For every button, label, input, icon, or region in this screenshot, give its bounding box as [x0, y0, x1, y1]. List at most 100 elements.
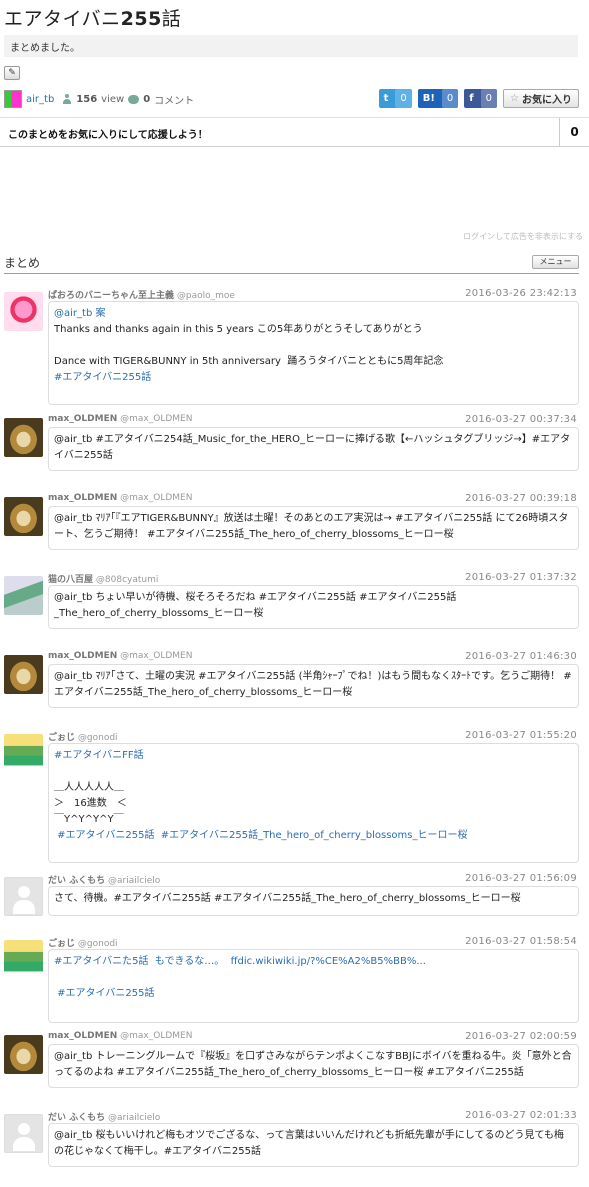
tweet-body: さて、待機。#エアタイバニ255話 #エアタイバニ255話_The_hero_o…	[48, 886, 579, 916]
tweet-body: @air_tb 案 Thanks and thanks again in thi…	[48, 301, 579, 405]
tweet-author-name[interactable]: だい ふくもち	[48, 876, 105, 886]
favorite-count: 0	[559, 118, 589, 146]
tweet-author-name[interactable]: max_OLDMEN	[48, 493, 117, 503]
tweet-hashtag[interactable]: #エアタイバニ255話	[54, 986, 573, 1002]
comment-label: コメント	[154, 95, 195, 107]
tweet-body: @air_tb トレーニングルームで『桜坂』を口ずさみながらテンポよくこなすBB…	[48, 1044, 579, 1088]
tweet-hashtag[interactable]: #エアタイバニ255話 #エアタイバニ255話_The_hero_of_cher…	[54, 828, 573, 844]
tweet-body: #エアタイバニた5話 もできるな…。 ffdic.wikiwiki.jp/?%C…	[48, 949, 579, 1023]
twitter-count: 0	[395, 89, 412, 108]
tweet-line: Thanks and thanks again in this 5 years …	[54, 324, 423, 335]
tweet-body: @air_tb 桜もいいけれど梅もオツでござるな、って言葉はいいんだけれども折紙…	[48, 1123, 579, 1167]
favorite-prompt-text: このまとめをお気に入りにして応援しよう！	[8, 130, 208, 141]
avatar[interactable]	[4, 576, 43, 615]
share-buttons: t0 B! 0 f0 ☆ お気に入り	[378, 89, 579, 108]
tweet-timestamp[interactable]: 2016-03-27 00:39:18	[465, 493, 577, 504]
tweet-line[interactable]: #エアタイバニた5話 もできるな…。 ffdic.wikiwiki.jp/?%C…	[54, 954, 573, 970]
facebook-icon: f	[469, 93, 474, 104]
tweet-screen-name[interactable]: @ariailcielo	[108, 876, 160, 886]
tweet-screen-name[interactable]: @808cyatumi	[96, 575, 158, 585]
tweet-timestamp[interactable]: 2016-03-26 23:42:13	[465, 288, 577, 299]
default-avatar-icon[interactable]	[4, 877, 43, 916]
tweet-timestamp[interactable]: 2016-03-27 01:55:20	[465, 730, 577, 741]
tweet-author-name[interactable]: max_OLDMEN	[48, 1031, 117, 1041]
tweet-hashtag[interactable]: #エアタイバニFF話	[54, 748, 573, 764]
tweet-author-name[interactable]: max_OLDMEN	[48, 651, 117, 661]
tweet-item: だい ふくもち @ariailcielo 2016-03-27 01:56:09 …	[4, 873, 579, 928]
tweet-text: @air_tb 桜もいいけれど梅もオツでござるな、って言葉はいいんだけれども折紙…	[54, 1130, 564, 1157]
tweet-body: @air_tb ﾏﾘｱ｢『エアTIGER&BUNNY』放送は土曜！そのあとのエア…	[48, 506, 579, 550]
pencil-icon[interactable]: ✎	[4, 66, 20, 80]
tweet-line	[54, 764, 573, 780]
tweet-screen-name[interactable]: @max_OLDMEN	[120, 493, 192, 503]
tweet-screen-name[interactable]: @max_OLDMEN	[120, 414, 192, 424]
view-label: view	[101, 93, 125, 105]
tweet-body: #エアタイバニFF話 ＿人人人人人＿ ＞ 16進数 ＜ ￣Y^Y^Y^Y￣ #エ…	[48, 743, 579, 863]
tweet-item: max_OLDMEN @max_OLDMEN 2016-03-27 01:46:3…	[4, 651, 579, 721]
tweet-line	[54, 970, 573, 986]
comment-count: 0	[143, 93, 151, 105]
tweet-timestamp[interactable]: 2016-03-27 01:56:09	[465, 873, 577, 884]
hatena-count: 0	[441, 89, 459, 108]
star-icon: ☆	[510, 93, 519, 104]
tweet-text: @air_tb ちょい早いが待機、桜そろそろだね #エアタイバニ255話 #エア…	[54, 592, 457, 619]
tweet-timestamp[interactable]: 2016-03-27 01:46:30	[465, 651, 577, 662]
tweet-text: @air_tb ﾏﾘｱ｢さて、土曜の実況 #エアタイバニ255話 (半角ｼｬｰﾌ…	[54, 671, 572, 698]
hatena-bookmark-button[interactable]: B! 0	[417, 89, 459, 108]
tweet-text: @air_tb #エアタイバニ254話_Music_for_the_HERO_ヒ…	[54, 434, 571, 461]
default-avatar-icon[interactable]	[4, 1114, 43, 1153]
view-count: 156	[76, 93, 98, 105]
tweet-line: ＿人人人人人＿	[54, 782, 124, 793]
twitter-share-button[interactable]: t0	[378, 89, 412, 108]
tweet-timestamp[interactable]: 2016-03-27 02:00:59	[465, 1031, 577, 1042]
tweet-line: ＞ 16進数 ＜	[54, 798, 127, 809]
ad-hide-link[interactable]: ログインして広告を非表示にする	[463, 231, 583, 242]
tweet-author-name[interactable]: ぱおろのバニーちゃん至上主義	[48, 291, 174, 301]
tweet-screen-name[interactable]: @paolo_moe	[177, 291, 235, 301]
author-name[interactable]: air_tb	[26, 94, 54, 105]
tweet-hashtag[interactable]: #エアタイバニ255話	[54, 370, 573, 386]
tweet-body: @air_tb #エアタイバニ254話_Music_for_the_HERO_ヒ…	[48, 427, 579, 471]
description: まとめました。	[4, 35, 578, 57]
hatena-icon: B!	[422, 93, 435, 104]
person-icon	[62, 94, 72, 104]
facebook-count: 0	[480, 89, 498, 108]
tweet-author-name[interactable]: だい ふくもち	[48, 1113, 105, 1123]
avatar[interactable]	[4, 655, 43, 694]
author-avatar[interactable]	[4, 90, 22, 108]
tweet-item: max_OLDMEN @max_OLDMEN 2016-03-27 00:37:3…	[4, 414, 579, 484]
tweet-screen-name[interactable]: @gonodi	[78, 733, 118, 743]
section-title: まとめ	[4, 256, 41, 270]
matome-meta: air_tb 156 view 0 コメント	[4, 89, 194, 109]
tweet-timestamp[interactable]: 2016-03-27 01:37:32	[465, 572, 577, 583]
tweet-author-name[interactable]: ごぉじ	[48, 733, 75, 743]
avatar[interactable]	[4, 497, 43, 536]
tweet-item: ごぉじ @gonodi 2016-03-27 01:55:20 #エアタイバニFF…	[4, 730, 579, 864]
tweet-body: @air_tb ちょい早いが待機、桜そろそろだね #エアタイバニ255話 #エア…	[48, 585, 579, 629]
avatar[interactable]	[4, 1035, 43, 1074]
section-header: まとめ メニュー	[4, 254, 579, 274]
tweet-author-name[interactable]: 猫の八百屋	[48, 575, 93, 585]
tweet-item: ごぉじ @gonodi 2016-03-27 01:58:54 #エアタイバニた5…	[4, 936, 579, 1024]
tweet-line: @air_tb 案	[54, 308, 106, 319]
tweet-timestamp[interactable]: 2016-03-27 01:58:54	[465, 936, 577, 947]
avatar[interactable]	[4, 940, 43, 979]
tweet-screen-name[interactable]: @max_OLDMEN	[120, 1031, 192, 1041]
tweet-author-name[interactable]: max_OLDMEN	[48, 414, 117, 424]
facebook-share-button[interactable]: f0	[464, 89, 498, 108]
comment-icon	[128, 94, 140, 104]
tweet-text: さて、待機。#エアタイバニ255話 #エアタイバニ255話_The_hero_o…	[54, 893, 521, 904]
menu-button[interactable]: メニュー	[532, 255, 579, 269]
favorite-prompt-bar: このまとめをお気に入りにして応援しよう！ 0	[0, 117, 589, 147]
tweet-text: @air_tb ﾏﾘｱ｢『エアTIGER&BUNNY』放送は土曜！そのあとのエア…	[54, 513, 569, 540]
favorite-button[interactable]: ☆ お気に入り	[503, 89, 579, 108]
avatar[interactable]	[4, 292, 43, 331]
tweet-screen-name[interactable]: @gonodi	[78, 939, 118, 949]
tweet-screen-name[interactable]: @max_OLDMEN	[120, 651, 192, 661]
tweet-screen-name[interactable]: @ariailcielo	[108, 1113, 160, 1123]
tweet-timestamp[interactable]: 2016-03-27 00:37:34	[465, 414, 577, 425]
avatar[interactable]	[4, 734, 43, 773]
tweet-timestamp[interactable]: 2016-03-27 02:01:33	[465, 1110, 577, 1121]
tweet-author-name[interactable]: ごぉじ	[48, 939, 75, 949]
avatar[interactable]	[4, 418, 43, 457]
